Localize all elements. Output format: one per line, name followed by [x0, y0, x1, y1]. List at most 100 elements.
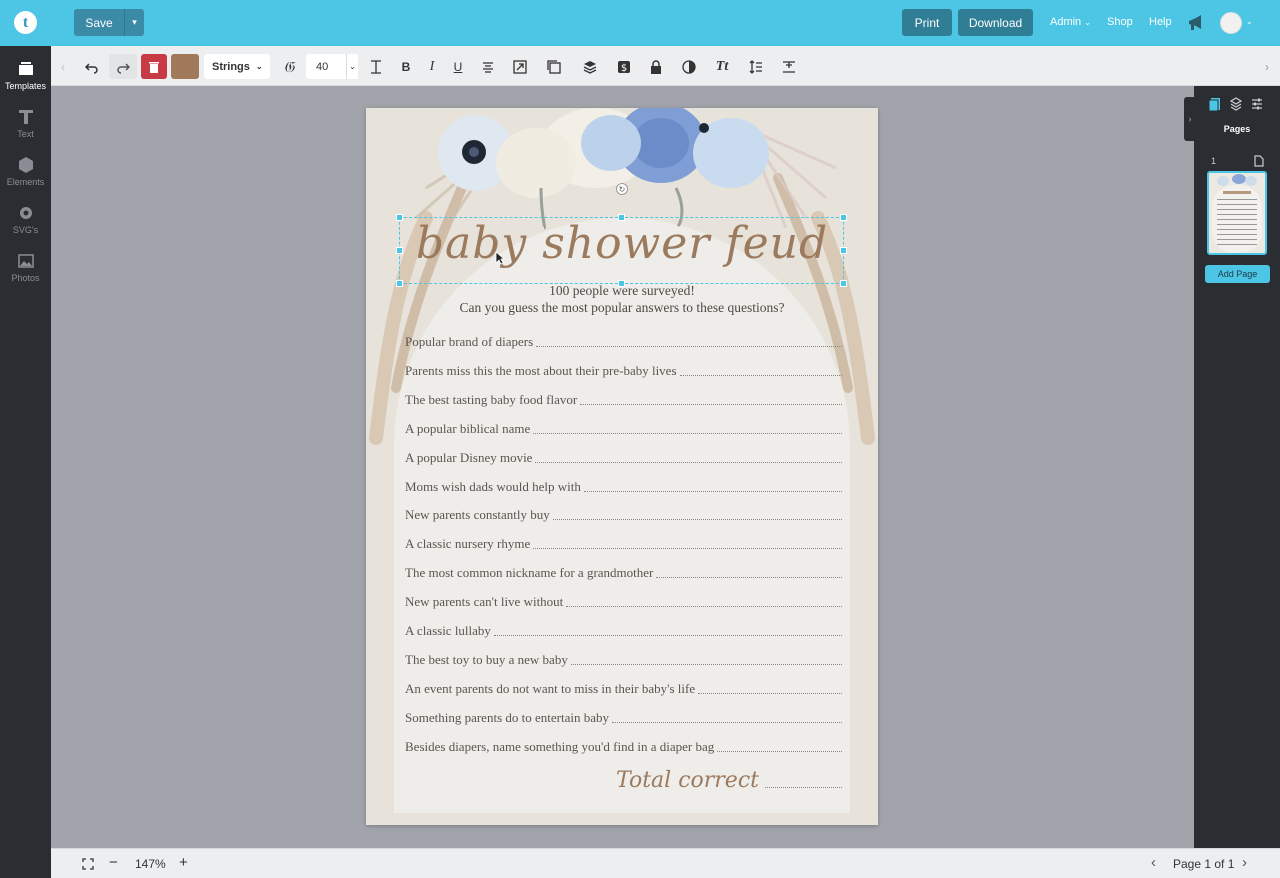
question-row[interactable]: The best tasting baby food flavor	[405, 390, 842, 408]
trash-icon	[149, 61, 159, 73]
question-label: The best tasting baby food flavor	[405, 391, 578, 407]
top-bar: t Save ▾ Print Download Admin ⌄ Shop Hel…	[0, 0, 1280, 46]
next-page-chevron-icon[interactable]: ›	[1242, 854, 1247, 871]
answer-line	[583, 490, 842, 492]
sidebar-item-photos[interactable]: Photos	[0, 252, 51, 283]
save-options-chevron-down-icon[interactable]: ▾	[124, 9, 144, 36]
answer-line	[536, 346, 842, 347]
resize-handle-top[interactable]	[618, 214, 625, 221]
save-button[interactable]: Save	[74, 9, 124, 36]
sidebar-item-label: Photos	[11, 273, 40, 283]
bold-icon[interactable]: B	[397, 54, 415, 79]
font-style-icon[interactable]: 𝔊	[279, 54, 299, 79]
zoom-in-icon[interactable]: +	[179, 854, 188, 871]
underline-icon[interactable]: U	[449, 54, 467, 79]
chevron-down-icon: ⌄	[255, 62, 263, 71]
resize-icon[interactable]	[511, 54, 529, 79]
text-color-swatch[interactable]	[171, 54, 199, 79]
question-row[interactable]: The most common nickname for a grandmoth…	[405, 563, 842, 581]
admin-menu[interactable]: Admin ⌄	[1050, 16, 1091, 28]
settings-sliders-icon[interactable]	[1251, 97, 1263, 111]
question-row[interactable]: The best toy to buy a new baby	[405, 650, 842, 668]
scroll-right-chevron-icon[interactable]: ›	[1261, 54, 1273, 79]
total-correct-label: Total correct	[616, 768, 759, 793]
left-sidebar: Templates Text Elements SVG's Photos	[0, 46, 51, 878]
rotate-icon[interactable]: ↻	[616, 183, 628, 195]
download-button[interactable]: Download	[958, 9, 1033, 36]
duplicate-icon[interactable]	[545, 54, 563, 79]
scroll-left-chevron-icon[interactable]: ‹	[57, 54, 69, 79]
sidebar-item-elements[interactable]: Elements	[0, 156, 51, 187]
question-label: An event parents do not want to miss in …	[405, 680, 696, 696]
zoom-out-icon[interactable]: −	[109, 854, 118, 871]
sidebar-item-text[interactable]: Text	[0, 108, 51, 139]
italic-icon[interactable]: I	[423, 54, 441, 79]
page-thumbnail-preview	[1212, 174, 1262, 253]
user-avatar[interactable]	[1220, 12, 1242, 34]
subtitle-line-2[interactable]: Can you guess the most popular answers t…	[366, 300, 878, 316]
question-row[interactable]: A popular biblical name	[405, 419, 842, 437]
total-correct-row[interactable]: Total correct	[616, 763, 842, 793]
bottom-bar: − 147% + ‹ Page 1 of 1 ›	[51, 848, 1280, 878]
layers-icon[interactable]	[1230, 97, 1242, 111]
question-row[interactable]: New parents can't live without	[405, 592, 842, 610]
question-row[interactable]: Moms wish dads would help with	[405, 477, 842, 495]
answer-line	[493, 635, 842, 636]
page-options-icon[interactable]	[1254, 155, 1264, 167]
shop-link[interactable]: Shop	[1107, 16, 1133, 28]
question-row[interactable]: A classic nursery rhyme	[405, 534, 842, 552]
undo-icon[interactable]	[81, 54, 103, 79]
question-row[interactable]: An event parents do not want to miss in …	[405, 679, 842, 697]
letter-spacing-icon[interactable]	[367, 54, 385, 79]
page-thumbnail[interactable]	[1207, 171, 1267, 255]
resize-handle-tl[interactable]	[396, 214, 403, 221]
question-label: Popular brand of diapers	[405, 334, 534, 349]
delete-button[interactable]	[141, 54, 167, 79]
question-label: A classic lullaby	[405, 623, 491, 638]
chevron-down-icon: ⌄	[1084, 18, 1091, 27]
megaphone-icon[interactable]	[1187, 14, 1205, 32]
help-link[interactable]: Help	[1149, 16, 1172, 28]
question-label: A classic nursery rhyme	[405, 536, 531, 552]
previous-page-chevron-icon[interactable]: ‹	[1151, 854, 1156, 871]
question-label: Parents miss this the most about their p…	[405, 362, 677, 378]
text-fit-icon[interactable]	[780, 54, 798, 79]
app-logo[interactable]: t	[14, 11, 37, 34]
redo-icon[interactable]	[109, 54, 137, 79]
question-row[interactable]: Popular brand of diapers	[405, 332, 842, 350]
text-transform-icon[interactable]: Tt	[712, 54, 732, 79]
pages-icon[interactable]	[1209, 97, 1221, 111]
formatting-toolbar: ‹ Strings ⌄ 𝔊 40 ⌄ B I U $ Tt ›	[51, 46, 1280, 86]
selection-box[interactable]	[396, 214, 847, 287]
question-row[interactable]: A popular Disney movie	[405, 448, 842, 466]
opacity-icon[interactable]	[680, 54, 698, 79]
question-row[interactable]: New parents constantly buy	[405, 505, 842, 523]
sidebar-item-templates[interactable]: Templates	[0, 60, 51, 91]
elements-icon	[18, 157, 33, 173]
question-row[interactable]: A classic lullaby	[405, 621, 842, 639]
layers-icon[interactable]	[581, 54, 599, 79]
question-row[interactable]: Besides diapers, name something you'd fi…	[405, 737, 842, 755]
resize-handle-left[interactable]	[396, 247, 403, 254]
design-canvas-page[interactable]: baby shower feud ↻ 100 people were surve…	[366, 108, 878, 825]
question-row[interactable]: Something parents do to entertain baby	[405, 708, 842, 726]
sidebar-item-svgs[interactable]: SVG's	[0, 204, 51, 235]
font-size-input[interactable]: 40	[306, 54, 349, 79]
resize-handle-right[interactable]	[840, 247, 847, 254]
dollar-icon[interactable]: $	[615, 54, 633, 79]
subtitle-line-1[interactable]: 100 people were surveyed!	[366, 283, 878, 299]
print-button[interactable]: Print	[902, 9, 952, 36]
add-page-button[interactable]: Add Page	[1205, 265, 1270, 283]
question-label: A popular Disney movie	[405, 449, 533, 465]
chevron-down-icon[interactable]: ⌄	[1246, 17, 1253, 26]
question-label: A popular biblical name	[405, 420, 531, 436]
line-height-icon[interactable]	[747, 54, 765, 79]
answer-line	[764, 787, 842, 788]
question-row[interactable]: Parents miss this the most about their p…	[405, 361, 842, 379]
fit-screen-icon[interactable]	[82, 858, 94, 870]
resize-handle-tr[interactable]	[840, 214, 847, 221]
lock-icon[interactable]	[647, 54, 665, 79]
align-center-icon[interactable]	[479, 54, 497, 79]
font-family-select[interactable]: Strings ⌄	[204, 54, 270, 79]
font-size-chevron-down-icon[interactable]: ⌄	[346, 54, 358, 79]
